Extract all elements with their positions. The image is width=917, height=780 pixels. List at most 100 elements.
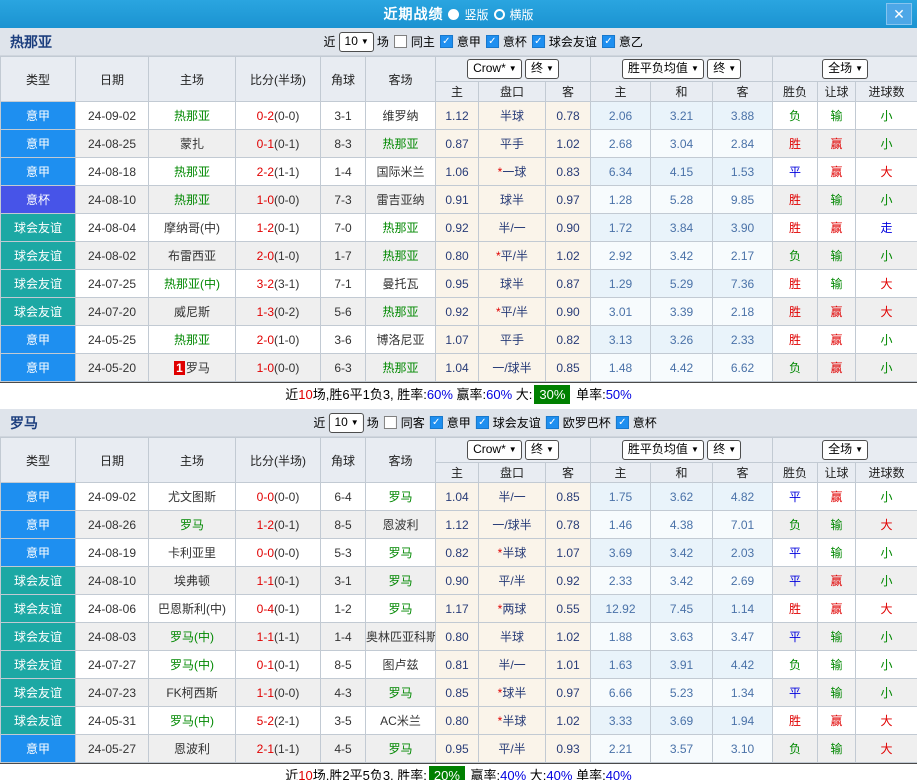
home-team-cell[interactable]: 巴恩斯利(中) (148, 594, 236, 623)
home-team-cell[interactable]: 罗马(中) (148, 622, 236, 651)
odds-company-select[interactable]: Crow* ▼ (467, 59, 522, 79)
corners-cell: 3-6 (320, 325, 366, 354)
away-team-name: 热那亚 (382, 137, 419, 151)
home-team-cell[interactable]: 恩波利 (148, 734, 236, 763)
competition-checkbox[interactable]: ✓ (429, 416, 443, 429)
away-team-cell[interactable]: AC米兰 (365, 706, 436, 735)
home-team-cell[interactable]: 罗马(中) (148, 706, 236, 735)
away-team-cell[interactable]: 国际米兰 (365, 157, 436, 186)
away-team-cell[interactable]: 罗马 (365, 566, 436, 595)
score-cell: 1-0(0-0) (235, 185, 321, 214)
avg-draw-cell: 3.42 (650, 241, 714, 270)
competition-label[interactable]: 意甲 (457, 33, 481, 50)
home-team-cell[interactable]: 罗马(中) (148, 650, 236, 679)
competition-label[interactable]: 球会友谊 (549, 33, 597, 50)
home-team-cell[interactable]: 热那亚 (148, 185, 236, 214)
away-team-cell[interactable]: 雷吉亚纳 (365, 185, 436, 214)
home-team-cell[interactable]: 尤文图斯 (148, 482, 236, 511)
competition-label[interactable]: 意乙 (619, 33, 643, 50)
away-team-cell[interactable]: 罗马 (365, 734, 436, 763)
same-venue-checkbox[interactable] (393, 35, 407, 48)
column-header: 主场 (148, 56, 236, 102)
odds-time-select[interactable]: 终 ▼ (525, 440, 559, 460)
away-team-cell[interactable]: 博洛尼亚 (365, 325, 436, 354)
away-team-cell[interactable]: 恩波利 (365, 510, 436, 539)
away-team-cell[interactable]: 罗马 (365, 482, 436, 511)
home-team-cell[interactable]: 热那亚 (148, 157, 236, 186)
competition-checkbox[interactable]: ✓ (545, 416, 559, 429)
away-team-cell[interactable]: 热那亚 (365, 213, 436, 242)
match-count-select[interactable]: 10 ▼ (328, 412, 364, 433)
avg-time-select[interactable]: 终 ▼ (707, 59, 742, 79)
handicap-result-cell: 输 (817, 241, 857, 270)
column-subheader: 胜负 (772, 462, 819, 483)
competition-label[interactable]: 意杯 (503, 33, 527, 50)
home-team-cell[interactable]: 布雷西亚 (148, 241, 236, 270)
competition-checkbox[interactable]: ✓ (475, 416, 489, 429)
away-team-cell[interactable]: 图卢兹 (365, 650, 436, 679)
competition-label[interactable]: 意杯 (633, 414, 657, 431)
home-team-name: 罗马 (179, 518, 204, 532)
vertical-layout-radio[interactable] (448, 8, 460, 20)
away-team-cell[interactable]: 热那亚 (365, 129, 436, 158)
scope-select[interactable]: 全场 ▼ (822, 59, 869, 79)
match-count-select[interactable]: 10 ▼ (338, 31, 374, 52)
competition-label[interactable]: 意甲 (447, 414, 471, 431)
home-team-cell[interactable]: 1 罗马 (148, 353, 236, 382)
handicap-result-cell: 赢 (817, 129, 857, 158)
home-team-cell[interactable]: 埃弗顿 (148, 566, 236, 595)
home-team-cell[interactable]: 罗马 (148, 510, 236, 539)
home-team-cell[interactable]: 热那亚 (148, 325, 236, 354)
horizontal-layout-label[interactable]: 横版 (510, 6, 534, 23)
competition-checkbox[interactable]: ✓ (601, 35, 615, 48)
same-venue-label[interactable]: 同客 (401, 414, 425, 431)
summary-part: 场,胜6平1负3, 胜率: (312, 387, 427, 402)
result-cell: 平 (772, 482, 819, 511)
horizontal-layout-radio[interactable] (493, 8, 505, 20)
avg-type-select[interactable]: 胜平负均值 ▼ (621, 440, 704, 460)
odds-home-cell: 0.90 (435, 566, 479, 595)
home-team-cell[interactable]: 热那亚 (148, 101, 236, 130)
home-team-cell[interactable]: 热那亚(中) (148, 269, 236, 298)
odds-time-select[interactable]: 终 ▼ (525, 59, 559, 79)
close-button[interactable]: ✕ (886, 3, 912, 25)
away-team-cell[interactable]: 奥林匹亚科斯 (365, 622, 436, 651)
home-team-cell[interactable]: 卡利亚里 (148, 538, 236, 567)
corners-cell: 6-4 (320, 482, 366, 511)
competition-checkbox[interactable]: ✓ (531, 35, 545, 48)
away-team-cell[interactable]: 曼托瓦 (365, 269, 436, 298)
home-team-cell[interactable]: 摩纳哥(中) (148, 213, 236, 242)
competition-checkbox[interactable]: ✓ (439, 35, 453, 48)
away-team-cell[interactable]: 罗马 (365, 538, 436, 567)
home-team-cell[interactable]: 威尼斯 (148, 297, 236, 326)
scope-select[interactable]: 全场 ▼ (822, 440, 869, 460)
competition-checkbox[interactable]: ✓ (615, 416, 629, 429)
same-venue-label[interactable]: 同主 (411, 33, 435, 50)
away-team-cell[interactable]: 热那亚 (365, 241, 436, 270)
away-team-cell[interactable]: 热那亚 (365, 297, 436, 326)
away-team-cell[interactable]: 罗马 (365, 594, 436, 623)
same-venue-checkbox[interactable] (383, 416, 397, 429)
summary-part: 60% (426, 387, 453, 402)
vertical-layout-label[interactable]: 竖版 (464, 6, 488, 23)
summary-part: 单率: (572, 768, 606, 780)
competition-checkbox[interactable]: ✓ (485, 35, 499, 48)
odds-company-select[interactable]: Crow* ▼ (467, 440, 522, 460)
home-team-cell[interactable]: 蒙扎 (148, 129, 236, 158)
handicap-cell: 半/一 (478, 650, 546, 679)
competition-label[interactable]: 球会友谊 (493, 414, 541, 431)
corners-cell: 1-4 (320, 622, 366, 651)
away-team-cell[interactable]: 热那亚 (365, 353, 436, 382)
away-team-cell[interactable]: 维罗纳 (365, 101, 436, 130)
avg-type-select[interactable]: 胜平负均值 ▼ (621, 59, 704, 79)
table-row: 意甲 24-05-27 恩波利 2-1(1-1) 4-5 罗马 0.95 平/半 0.93 2.2… (0, 734, 917, 763)
half-score: (1-0) (274, 332, 300, 347)
avg-time-select[interactable]: 终 ▼ (707, 440, 742, 460)
result-group-header: 全场 ▼ (772, 56, 917, 82)
chevron-down-icon: ▼ (728, 64, 737, 73)
column-subheader: 进球数 (855, 81, 917, 102)
home-team-cell[interactable]: FK柯西斯 (148, 678, 236, 707)
handicap-cell: 平/半 (478, 734, 546, 763)
competition-label[interactable]: 欧罗巴杯 (563, 414, 611, 431)
away-team-cell[interactable]: 罗马 (365, 678, 436, 707)
